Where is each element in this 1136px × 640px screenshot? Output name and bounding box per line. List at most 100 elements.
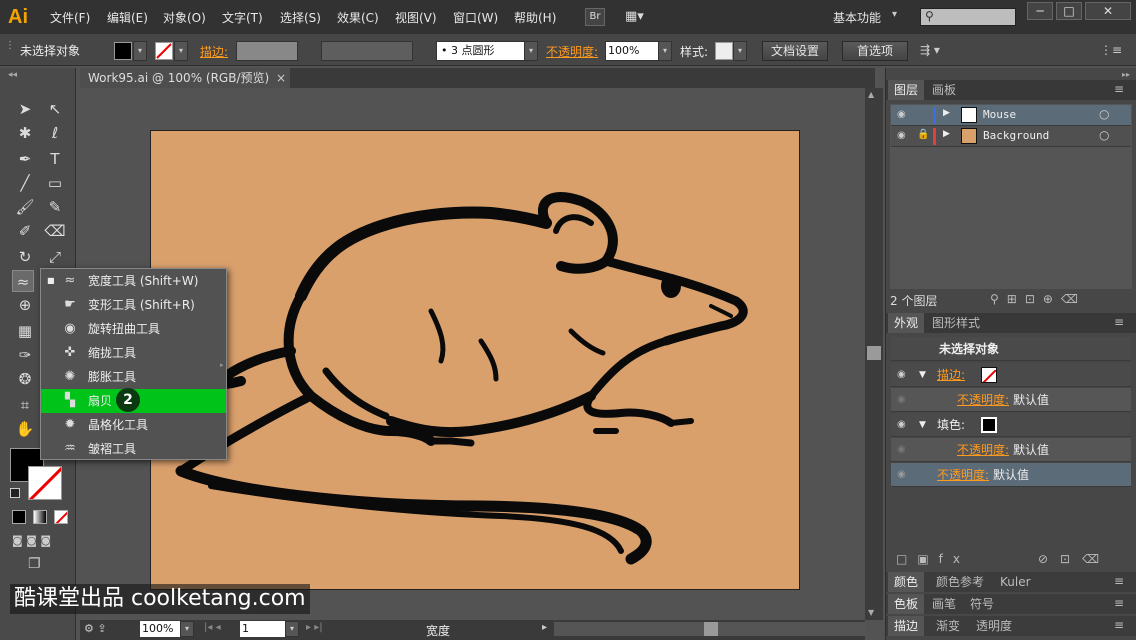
flyout-item-pucker-tool[interactable]: ✜ 缩拢工具 [41, 341, 226, 365]
appearance-panel-menu-icon[interactable]: ≡ [1114, 315, 1124, 329]
bridge-button[interactable]: Br [585, 8, 605, 26]
appearance-fill-opacity-row[interactable]: ◉ 不透明度: 默认值 [891, 438, 1131, 462]
lasso-tool-icon[interactable]: ℓ [44, 122, 66, 144]
line-tool-icon[interactable]: ╱ [14, 172, 36, 194]
rectangle-tool-icon[interactable]: ▭ [44, 172, 66, 194]
pen-tool-icon[interactable]: ✒ [14, 148, 36, 170]
stroke-panel-menu-icon[interactable]: ≡ [1114, 618, 1124, 632]
width-tool-icon[interactable]: ≈ [12, 270, 34, 292]
fill-black-swatch[interactable] [981, 417, 997, 433]
target-icon[interactable]: ○ [1099, 128, 1109, 142]
opacity-input[interactable]: 100% [605, 41, 659, 61]
drawing-modes-icon[interactable]: ◙ ◙ ◙ [12, 534, 70, 550]
tab-appearance[interactable]: 外观 [888, 313, 925, 333]
collapse-arrow-icon[interactable]: ▼ [919, 363, 926, 387]
stroke-color-box[interactable] [28, 466, 62, 500]
scroll-up-icon[interactable]: ▲ [868, 90, 874, 99]
last-page-icon[interactable]: ▸ ▸| [306, 622, 323, 633]
fill-swatch[interactable] [114, 42, 132, 60]
fill-opacity-label[interactable]: 不透明度: [957, 438, 1009, 462]
zoom-input[interactable]: 100% [140, 621, 180, 637]
none-mode-icon[interactable] [54, 510, 68, 524]
collapse-toolbox-icon[interactable]: ◂◂ [8, 70, 17, 80]
vertical-scroll-thumb[interactable] [867, 346, 881, 360]
artboard[interactable] [150, 130, 800, 590]
menu-object[interactable]: 对象(O) [163, 9, 206, 26]
shape-builder-tool-icon[interactable]: ⊕ [14, 294, 36, 316]
appearance-delete-icons[interactable]: ⊘⊡⌫ [1038, 552, 1111, 566]
stroke-label[interactable]: 描边: [937, 363, 965, 387]
selection-tool-icon[interactable]: ➤ [14, 98, 36, 120]
eye-icon[interactable]: ◉ [897, 413, 906, 437]
variable-width-profile[interactable] [321, 41, 413, 61]
stroke-dropdown[interactable]: ▾ [174, 41, 188, 61]
style-swatch[interactable] [715, 42, 733, 60]
tab-kuler[interactable]: Kuler [994, 572, 1037, 592]
menu-help[interactable]: 帮助(H) [514, 9, 556, 26]
symbol-sprayer-tool-icon[interactable]: ❂ [14, 368, 36, 390]
perspective-grid-tool-icon[interactable]: ▦ [14, 320, 36, 342]
tab-graphic-styles[interactable]: 图形样式 [926, 313, 986, 333]
layer-name-mouse[interactable]: Mouse [983, 108, 1016, 121]
menu-effect[interactable]: 效果(C) [337, 9, 379, 26]
tab-gradient[interactable]: 渐变 [930, 616, 966, 636]
stroke-none-swatch[interactable] [981, 367, 997, 383]
collapse-dock-icon[interactable]: ▸▸ [1122, 70, 1130, 79]
horizontal-scroll-thumb[interactable] [704, 622, 718, 636]
screen-mode-icon[interactable]: ❐ [28, 556, 50, 574]
arrange-documents-icon[interactable]: ▦▾ [625, 9, 653, 25]
hand-tool-icon[interactable]: ✋ [14, 418, 36, 440]
lock-icon[interactable]: 🔒 [917, 129, 929, 140]
rotate-tool-icon[interactable]: ↻ [14, 246, 36, 268]
eye-icon[interactable]: ◉ [897, 463, 906, 487]
close-tab-icon[interactable]: × [276, 68, 286, 89]
eye-icon[interactable]: ◉ [897, 438, 906, 462]
tab-swatches[interactable]: 色板 [888, 594, 925, 614]
flyout-item-crystallize-tool[interactable]: ✹ 晶格化工具 [41, 413, 226, 437]
paintbrush-tool-icon[interactable]: 🖌 [14, 196, 36, 218]
appearance-actions-icons[interactable]: □▣fx [896, 552, 970, 566]
menu-view[interactable]: 视图(V) [395, 9, 437, 26]
blob-brush-tool-icon[interactable]: ✐ [14, 220, 36, 242]
fill-dropdown[interactable]: ▾ [133, 41, 147, 61]
preferences-button[interactable]: 首选项 [842, 41, 909, 61]
tab-color-guide[interactable]: 颜色参考 [930, 572, 990, 592]
layer-row-background[interactable]: ◉ 🔒 ▶ Background ○ [891, 126, 1131, 147]
artboard-dropdown[interactable]: ▾ [285, 621, 299, 637]
layer-name-background[interactable]: Background [983, 129, 1049, 142]
stroke-opacity-label[interactable]: 不透明度: [957, 388, 1009, 412]
eye-icon[interactable]: ◉ [897, 130, 906, 141]
tab-artboards[interactable]: 画板 [926, 80, 962, 100]
opacity-label[interactable]: 不透明度: [546, 43, 598, 60]
layer-actions-icons[interactable]: ⚲⊞⊡⊕⌫ [990, 292, 1086, 306]
brush-dropdown[interactable]: ▾ [524, 41, 538, 61]
tab-transparency[interactable]: 透明度 [970, 616, 1018, 636]
collapse-arrow-icon[interactable]: ▼ [919, 413, 926, 437]
object-opacity-label[interactable]: 不透明度: [937, 463, 989, 487]
direct-selection-tool-icon[interactable]: ↖ [44, 98, 66, 120]
status-icons[interactable]: ⚙ ⇪ [84, 622, 107, 635]
flyout-item-wrinkle-tool[interactable]: ♒ 皱褶工具 [41, 437, 226, 461]
first-page-icon[interactable]: |◂ ◂ [204, 622, 221, 633]
flyout-item-bloat-tool[interactable]: ✺ 膨胀工具 [41, 365, 226, 389]
opacity-dropdown[interactable]: ▾ [658, 41, 672, 61]
horizontal-scrollbar[interactable] [554, 622, 865, 636]
flyout-item-width-tool[interactable]: ■ ≈ 宽度工具 (Shift+W) [41, 269, 226, 293]
stroke-weight-label[interactable]: 描边: [200, 43, 228, 60]
stroke-weight-input[interactable] [236, 41, 298, 61]
eye-icon[interactable]: ◉ [897, 109, 906, 120]
align-options-icon[interactable]: ⇶ ▾ [920, 43, 940, 57]
style-dropdown[interactable]: ▾ [733, 41, 747, 61]
appearance-stroke-row[interactable]: ◉ ▼ 描边: [891, 363, 1131, 387]
appearance-stroke-opacity-row[interactable]: ◉ 不透明度: 默认值 [891, 388, 1131, 412]
eraser-tool-icon[interactable]: ⌫ [44, 220, 66, 242]
vertical-scrollbar[interactable]: ▲ ▼ [865, 88, 883, 620]
artboard-tool-icon[interactable]: ⌗ [14, 394, 36, 416]
stroke-swatch[interactable] [155, 42, 173, 60]
tab-layers[interactable]: 图层 [888, 80, 925, 100]
menu-window[interactable]: 窗口(W) [453, 9, 498, 26]
menu-file[interactable]: 文件(F) [50, 9, 90, 26]
appearance-opacity-row[interactable]: ◉ 不透明度: 默认值 [891, 463, 1131, 487]
chevron-down-icon[interactable]: ▾ [892, 9, 897, 20]
artboard-number-input[interactable]: 1 [240, 621, 286, 637]
